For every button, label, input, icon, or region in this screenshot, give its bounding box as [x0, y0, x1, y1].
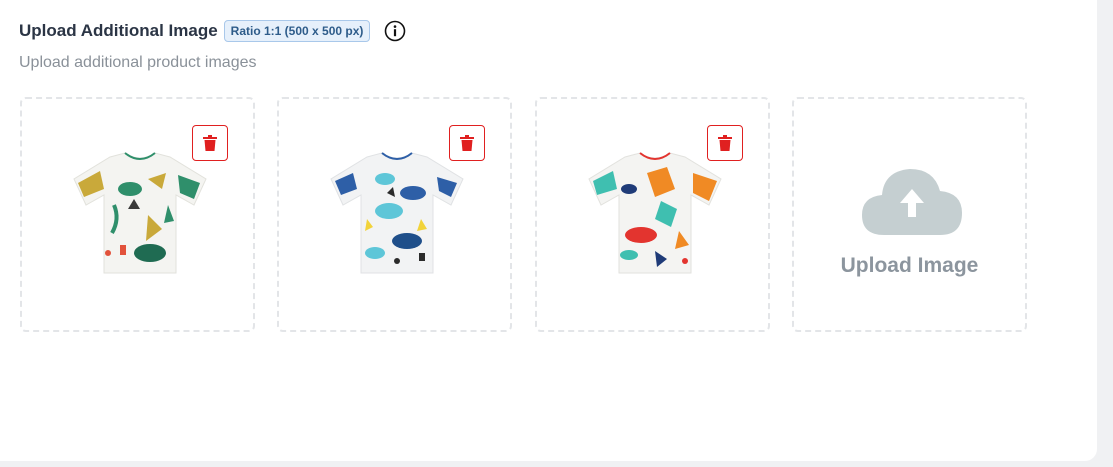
upload-additional-image-card: Upload Additional Image Ratio 1:1 (500 x… [0, 0, 1097, 461]
delete-image-button[interactable] [192, 125, 228, 161]
image-tile [277, 97, 512, 332]
delete-image-button[interactable] [449, 125, 485, 161]
trash-icon [718, 135, 732, 151]
trash-icon [203, 135, 217, 151]
cloud-upload-icon [862, 169, 962, 235]
ratio-badge: Ratio 1:1 (500 x 500 px) [223, 20, 371, 42]
section-title: Upload Additional Image [19, 21, 218, 40]
image-tile [20, 97, 255, 332]
section-subtitle: Upload additional product images [19, 54, 257, 71]
upload-image-dropzone[interactable]: Upload Image [792, 97, 1027, 332]
delete-image-button[interactable] [707, 125, 743, 161]
trash-icon [460, 135, 474, 151]
product-image-thumbnail [588, 152, 722, 274]
upload-image-label: Upload Image [840, 254, 979, 277]
section-header: Upload Additional Image Ratio 1:1 (500 x… [19, 18, 406, 44]
image-tile [535, 97, 770, 332]
product-image-thumbnail [330, 152, 464, 274]
info-circle-icon[interactable] [384, 20, 406, 42]
product-image-thumbnail [73, 152, 207, 274]
